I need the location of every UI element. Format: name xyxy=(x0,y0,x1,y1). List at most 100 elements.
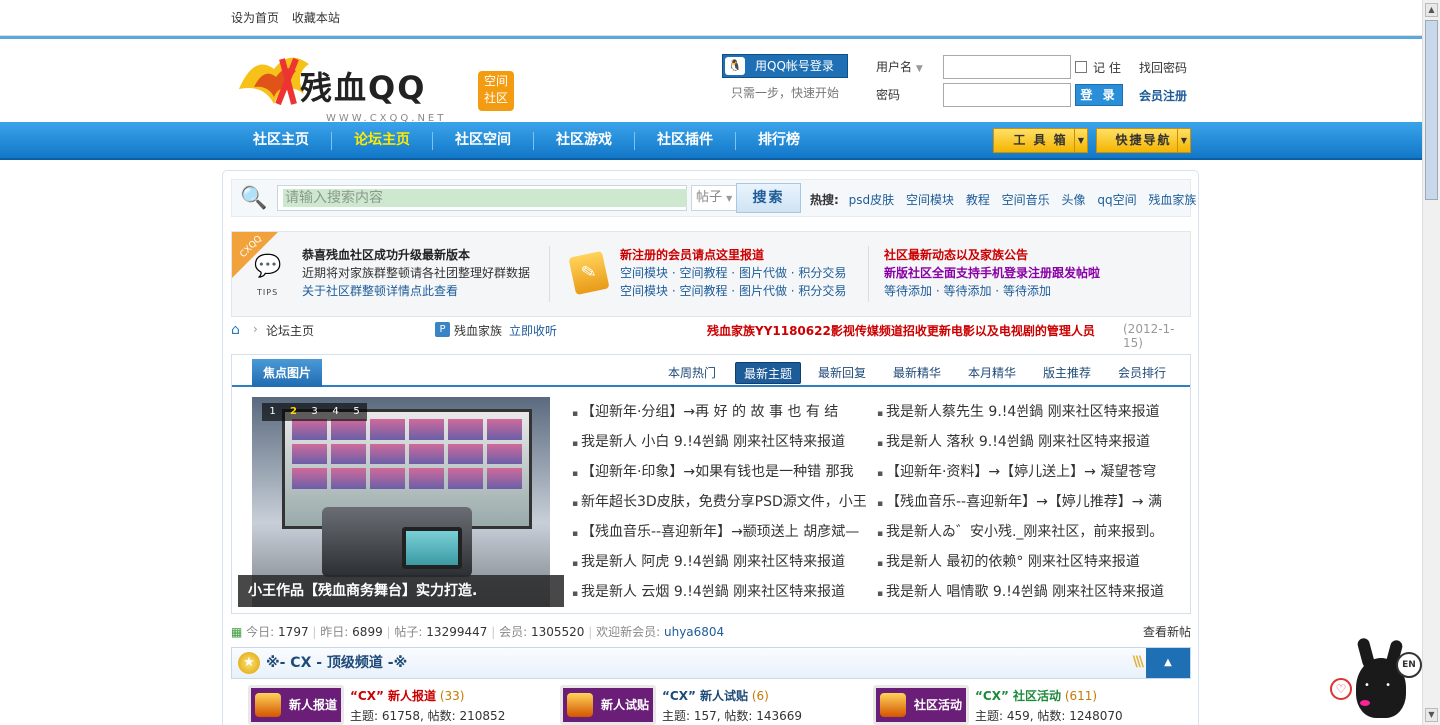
slide-number[interactable]: 3 xyxy=(304,403,325,421)
collect-link[interactable]: 立即收听 xyxy=(509,322,557,339)
list-item[interactable]: 【迎新年·分组】→再 好 的 故 事 也 有 结 xyxy=(572,397,872,427)
list-item[interactable]: 我是新人 最初的依赖° 刚来社区特来报道 xyxy=(877,547,1177,577)
notice-link[interactable]: 空间教程 xyxy=(679,266,727,280)
notice-title[interactable]: 社区最新动态以及家族公告 xyxy=(884,246,1100,264)
vertical-scrollbar[interactable]: ▲ ▼ xyxy=(1422,0,1440,725)
search-button[interactable]: 搜索 xyxy=(736,183,801,213)
notice-title[interactable]: 新注册的会员请点这里报道 xyxy=(620,246,846,264)
set-home-link[interactable]: 设为首页 xyxy=(231,11,279,25)
notice-link[interactable]: 空间模块 xyxy=(620,284,668,298)
hot-tag[interactable]: 教程 xyxy=(966,193,990,207)
forum-icon[interactable]: 社区活动 xyxy=(873,685,969,725)
notice-line[interactable]: 关于社区群整顿详情点此查看 xyxy=(302,282,530,300)
hot-tag[interactable]: 残血家族 xyxy=(1148,193,1196,207)
scroll-thumb[interactable] xyxy=(1425,20,1438,200)
channel-title[interactable]: ※- CX - 顶级频道 -※ xyxy=(266,648,407,678)
list-item[interactable]: 【残血音乐--喜迎新年】→颛顼送上 胡彦斌— xyxy=(572,517,872,547)
forum-icon[interactable]: 新人试贴 xyxy=(560,685,656,725)
slide-caption[interactable]: 小王作品【残血商务舞台】实力打造. xyxy=(238,575,564,607)
list-item[interactable]: 我是新人 阿虎 9.!4쒼鍋 刚来社区特来报道 xyxy=(572,547,872,577)
nav-item-plugins[interactable]: 社区插件 xyxy=(640,122,730,158)
notice-link[interactable]: 图片代做 xyxy=(739,266,787,280)
toolbox-button[interactable]: 工 具 箱 ▼ xyxy=(993,128,1088,153)
list-item[interactable]: 我是新人 落秋 9.!4쒼鍋 刚来社区特来报道 xyxy=(877,427,1177,457)
notice-link[interactable]: 空间教程 xyxy=(679,284,727,298)
nav-item-ranking[interactable]: 排行榜 xyxy=(741,122,817,158)
notice-link[interactable]: 等待添加 xyxy=(884,284,932,298)
en-badge[interactable]: EN xyxy=(1396,652,1422,678)
list-item[interactable]: 我是新人蔡先生 9.!4쒼鍋 刚来社区特来报道 xyxy=(877,397,1177,427)
collapse-icon[interactable]: ▲ xyxy=(1146,648,1190,678)
breadcrumb-current[interactable]: 论坛主页 xyxy=(266,322,314,339)
tab-monthly-digest[interactable]: 本月精华 xyxy=(964,362,1020,384)
list-item[interactable]: 【残血音乐--喜迎新年】→【婷儿推荐】→ 满 xyxy=(877,487,1177,517)
username-label[interactable]: 用户名 ▼ xyxy=(876,58,923,75)
slide-number[interactable]: 4 xyxy=(325,403,346,421)
remember-checkbox[interactable] xyxy=(1075,61,1087,73)
notice-link[interactable]: 积分交易 xyxy=(798,266,846,280)
nav-item-community-home[interactable]: 社区主页 xyxy=(236,122,326,158)
family-name[interactable]: 残血家族 xyxy=(454,322,502,339)
tab-latest-topics[interactable]: 最新主题 xyxy=(735,362,802,384)
list-item[interactable]: 【迎新年·资料】→【婷儿送上】→ 凝望苍穹 xyxy=(877,457,1177,487)
notice-title[interactable]: 恭喜残血社区成功升级最新版本 xyxy=(302,246,530,264)
home-icon[interactable]: ⌂ xyxy=(231,323,247,337)
tab-focus-images[interactable]: 焦点图片 xyxy=(252,359,322,387)
password-input[interactable] xyxy=(943,83,1071,107)
newest-member-link[interactable]: uhya6804 xyxy=(664,625,724,639)
scroll-up-icon[interactable]: ▲ xyxy=(1425,3,1438,17)
list-item[interactable]: 我是新人 小白 9.!4쒼鍋 刚来社区特来报道 xyxy=(572,427,872,457)
members-count: 1305520 xyxy=(530,625,585,639)
hot-tag[interactable]: qq空间 xyxy=(1097,193,1136,207)
focus-panel: 焦点图片 本周热门 最新主题 最新回复 最新精华 本月精华 版主推荐 会员排行 … xyxy=(231,354,1191,614)
hot-tag[interactable]: psd皮肤 xyxy=(849,193,895,207)
tab-member-ranking[interactable]: 会员排行 xyxy=(1114,362,1170,384)
list-item[interactable]: 我是新人 云烟 9.!4쒼鍋 刚来社区特来报道 xyxy=(572,577,872,607)
nav-item-games[interactable]: 社区游戏 xyxy=(539,122,629,158)
stats-icon: ▦ xyxy=(231,625,243,639)
slide-number[interactable]: 5 xyxy=(346,403,367,421)
list-item[interactable]: 【迎新年·印象】→如果有钱也是一种错 那我 xyxy=(572,457,872,487)
notice-link[interactable]: 等待添加 xyxy=(1003,284,1051,298)
notice-line[interactable]: 新版社区全面支持手机登录注册跟发帖啦 xyxy=(884,264,1100,282)
tab-latest-digest[interactable]: 最新精华 xyxy=(889,362,945,384)
notice-link[interactable]: 图片代做 xyxy=(739,284,787,298)
nav-item-space[interactable]: 社区空间 xyxy=(438,122,528,158)
hot-tag[interactable]: 空间模块 xyxy=(906,193,954,207)
search-input[interactable]: 请输入搜索内容 xyxy=(283,189,687,207)
scroll-down-icon[interactable]: ▼ xyxy=(1425,708,1438,722)
chevron-down-icon: ▼ xyxy=(1074,129,1087,152)
qq-login-button[interactable]: 🐧 用QQ帐号登录 xyxy=(722,54,848,78)
notice-line[interactable]: 近期将对家族群整顿请各社团整理好群数据 xyxy=(302,264,530,282)
tab-weekly-hot[interactable]: 本周热门 xyxy=(664,362,720,384)
announcement-link[interactable]: 残血家族YY1180622影视传媒频道招收更新电影以及电视剧的管理人员 xyxy=(707,322,1095,339)
hot-tag[interactable]: 空间音乐 xyxy=(1002,193,1050,207)
forum-name: “CX” 新人报道 xyxy=(350,689,437,703)
notice-link[interactable]: 积分交易 xyxy=(798,284,846,298)
site-logo[interactable]: 残血QQ 空间 社区 WWW.CXQQ.NET xyxy=(234,43,524,124)
slide-pager: 1 2 3 4 5 xyxy=(262,403,367,421)
forum-icon[interactable]: 新人报道 xyxy=(248,685,344,725)
register-link[interactable]: 会员注册 xyxy=(1139,87,1187,104)
heart-icon[interactable]: ♡ xyxy=(1330,678,1352,700)
find-password-link[interactable]: 找回密码 xyxy=(1139,59,1187,76)
list-item[interactable]: 我是新人ゐ゛安小残._刚来社区，前来报到。 xyxy=(877,517,1177,547)
tab-latest-replies[interactable]: 最新回复 xyxy=(814,362,870,384)
slide-number[interactable]: 1 xyxy=(262,403,283,421)
search-type-select[interactable]: 帖子 ▼ xyxy=(691,185,737,211)
view-new-posts-link[interactable]: 查看新帖 xyxy=(1143,623,1191,640)
nav-item-forum-home[interactable]: 论坛主页 xyxy=(337,122,427,158)
list-item[interactable]: 新年超长3D皮肤，免费分享PSD源文件，小王 xyxy=(572,487,872,517)
hot-tag[interactable]: 头像 xyxy=(1062,193,1086,207)
search-box[interactable]: 请输入搜索内容 xyxy=(277,185,687,211)
quick-nav-button[interactable]: 快捷导航 ▼ xyxy=(1096,128,1191,153)
list-item[interactable]: 我是新人 唱情歌 9.!4쒼鍋 刚来社区特来报道 xyxy=(877,577,1177,607)
tab-moderator-picks[interactable]: 版主推荐 xyxy=(1039,362,1095,384)
notice-link[interactable]: 等待添加 xyxy=(943,284,991,298)
slide-number[interactable]: 2 xyxy=(283,403,304,421)
notice-link[interactable]: 空间模块 xyxy=(620,266,668,280)
mascot-widget[interactable]: • • EN ♡ xyxy=(1330,632,1422,725)
username-input[interactable] xyxy=(943,55,1071,79)
login-button[interactable]: 登 录 xyxy=(1075,84,1123,106)
bookmark-link[interactable]: 收藏本站 xyxy=(292,11,340,25)
